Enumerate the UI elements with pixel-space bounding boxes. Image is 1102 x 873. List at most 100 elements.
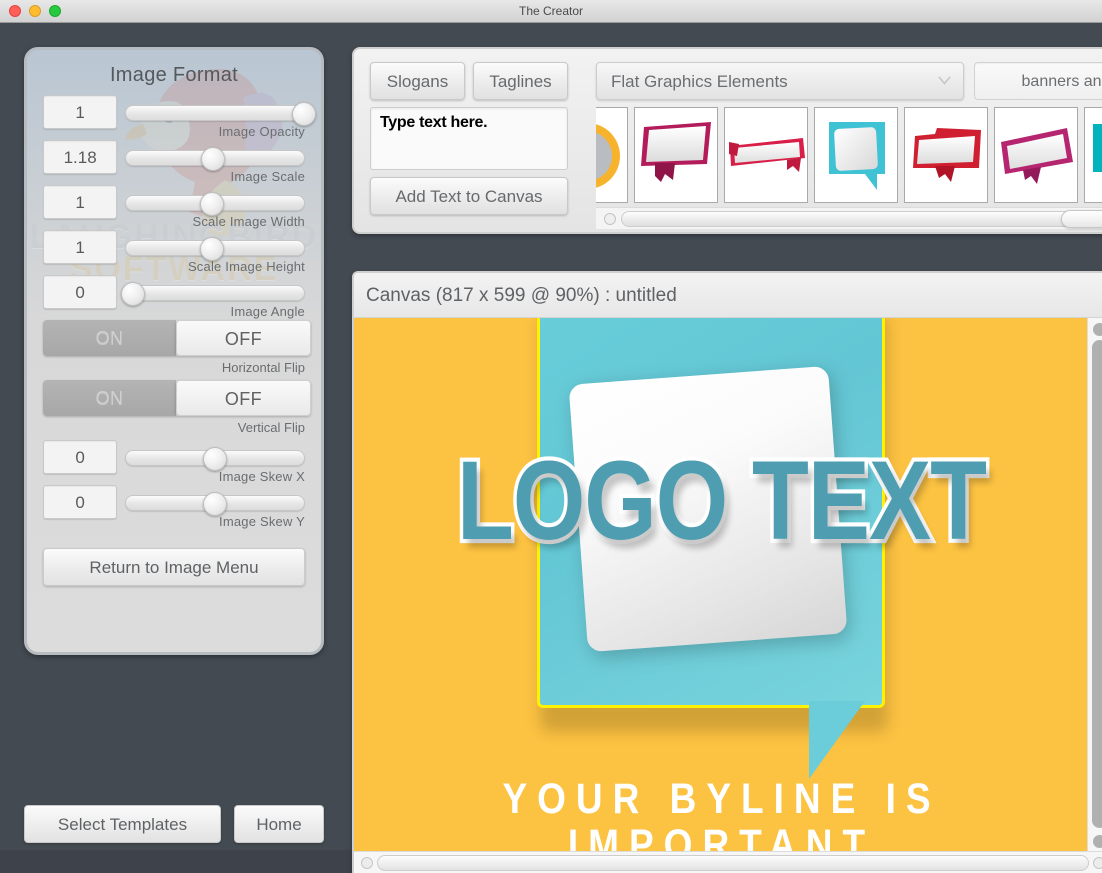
slider-track[interactable] [125,147,305,171]
scrollbar-right-arrow[interactable] [1093,857,1102,869]
thumbnail-magenta-banner-top[interactable] [634,107,718,203]
graphics-category-dropdown[interactable]: Flat Graphics Elements [596,62,964,100]
slider-track[interactable] [125,492,305,516]
horizontal-flip-toggle[interactable]: ON OFF [43,320,311,356]
slider-track[interactable] [125,447,305,471]
scale-image-width-label: Scale Image Width [192,214,305,229]
slider-track[interactable] [121,282,305,306]
image-skew-y-label: Image Skew Y [219,514,305,529]
home-button[interactable]: Home [234,805,324,843]
bottom-toolbar: Select Templates Home [0,805,352,850]
app-body: LAUGHINGBIRD SOFTWARE Image Format 1 Ima… [0,23,1102,873]
image-angle-label: Image Angle [230,304,305,319]
image-scale-slider[interactable]: Image Scale [125,140,305,184]
horizontal-flip-off[interactable]: OFF [176,320,311,356]
slogans-button[interactable]: Slogans [370,62,465,100]
image-opacity-slider[interactable]: Image Opacity [125,95,316,139]
control-row-scale-image-height: 1 Scale Image Height [43,230,305,275]
scrollbar-thumb[interactable] [377,855,1089,871]
canvas-viewport[interactable]: LOGO TEXT YOUR BYLINE IS IMPORTANT [354,318,1089,853]
select-templates-button[interactable]: Select Templates [24,805,221,843]
image-angle-value[interactable]: 0 [43,275,118,309]
image-skew-y-value[interactable]: 0 [43,485,118,519]
slider-knob[interactable] [199,192,224,216]
graphics-thumbnail-strip[interactable] [596,107,1102,203]
scrollbar-left-arrow[interactable] [604,213,616,225]
control-row-image-opacity: 1 Image Opacity [43,95,316,140]
control-row-image-scale: 1.18 Image Scale [43,140,305,185]
control-row-scale-image-width: 1 Scale Image Width [43,185,305,230]
scale-image-height-value[interactable]: 1 [43,230,118,264]
slider-knob[interactable] [203,447,228,471]
image-format-panel: LAUGHINGBIRD SOFTWARE Image Format 1 Ima… [24,47,324,655]
return-to-image-menu-button[interactable]: Return to Image Menu [43,548,305,586]
thumbnail-teal-speech-bubble[interactable] [814,107,898,203]
scrollbar-down-arrow[interactable] [1093,835,1102,848]
scrollbar-up-arrow[interactable] [1093,323,1102,336]
thumbnail-strip-scrollbar[interactable] [596,207,1102,229]
slider-knob[interactable] [201,147,226,171]
window-title: The Creator [518,4,584,18]
graphics-toolbar: Slogans Taglines Type text here. Add Tex… [352,47,1102,234]
thumbnail-red-banner-tab[interactable] [904,107,988,203]
vertical-flip-off[interactable]: OFF [176,380,311,416]
slider-knob[interactable] [203,492,228,516]
canvas-title: Canvas (817 x 599 @ 90%) : untitled [354,273,1102,318]
image-opacity-value[interactable]: 1 [43,95,118,129]
slider-track[interactable] [125,237,305,261]
scrollbar-thumb[interactable] [1061,210,1102,228]
horizontal-flip-on[interactable]: ON [43,320,176,356]
magenta-banner-icon [641,122,711,182]
image-format-controls: 1 Image Opacity 1.18 Image Scale 1 Scale… [27,87,321,530]
crimson-ribbon-icon [729,138,805,172]
scrollbar-left-arrow[interactable] [361,857,373,869]
add-text-to-canvas-button[interactable]: Add Text to Canvas [370,177,568,215]
slider-track[interactable] [125,192,305,216]
scale-image-width-value[interactable]: 1 [43,185,118,219]
thumbnail-teal-partial-banner[interactable] [1084,107,1102,203]
canvas-panel: Canvas (817 x 599 @ 90%) : untitled LOGO… [352,271,1102,873]
window-titlebar: The Creator [0,0,1102,23]
control-row-horizontal-flip: ON OFF Horizontal Flip [43,320,311,380]
teal-speech-bubble-icon [829,122,885,190]
pink-tilted-banner-icon [1001,128,1073,184]
image-scale-label: Image Scale [230,169,305,184]
taglines-button[interactable]: Taglines [473,62,568,100]
canvas-horizontal-scrollbar[interactable] [354,851,1102,873]
scale-image-height-slider[interactable]: Scale Image Height [125,230,305,274]
slider-knob[interactable] [292,102,316,126]
control-row-vertical-flip: ON OFF Vertical Flip [43,380,311,440]
vertical-flip-on[interactable]: ON [43,380,176,416]
search-input[interactable]: banners and [974,62,1102,100]
slider-knob[interactable] [121,282,146,306]
image-skew-x-value[interactable]: 0 [43,440,118,474]
image-skew-x-slider[interactable]: Image Skew X [125,440,305,484]
control-row-image-skew-x: 0 Image Skew X [43,440,305,485]
thumbnail-crimson-ribbon[interactable] [724,107,808,203]
image-skew-y-slider[interactable]: Image Skew Y [125,485,305,529]
slider-knob[interactable] [199,237,224,261]
image-skew-x-label: Image Skew X [218,469,305,484]
vertical-flip-label: Vertical Flip [237,420,305,435]
byline-text-layer[interactable]: YOUR BYLINE IS IMPORTANT [354,775,1089,853]
teal-partial-banner-icon [1093,124,1102,172]
text-input[interactable]: Type text here. [370,107,568,170]
image-angle-slider[interactable]: Image Angle [121,275,305,319]
yellow-circle-badge-icon [596,124,620,188]
control-row-image-angle: 0 Image Angle [43,275,305,320]
panel-title: Image Format [109,64,239,86]
image-opacity-label: Image Opacity [218,124,305,139]
thumbnail-yellow-circle-badge[interactable] [596,107,628,203]
scrollbar-thumb[interactable] [1092,340,1102,828]
image-scale-value[interactable]: 1.18 [43,140,118,174]
thumbnail-pink-tilted-banner[interactable] [994,107,1078,203]
speech-bubble-tail [809,701,865,779]
scale-image-height-label: Scale Image Height [187,259,305,274]
logo-text-layer[interactable]: LOGO TEXT [361,441,1081,561]
slider-track[interactable] [125,102,316,126]
canvas-vertical-scrollbar[interactable] [1087,318,1102,853]
vertical-flip-toggle[interactable]: ON OFF [43,380,311,416]
scale-image-width-slider[interactable]: Scale Image Width [125,185,305,229]
scrollbar-track[interactable] [621,211,1101,227]
red-banner-tab-icon [913,128,981,182]
